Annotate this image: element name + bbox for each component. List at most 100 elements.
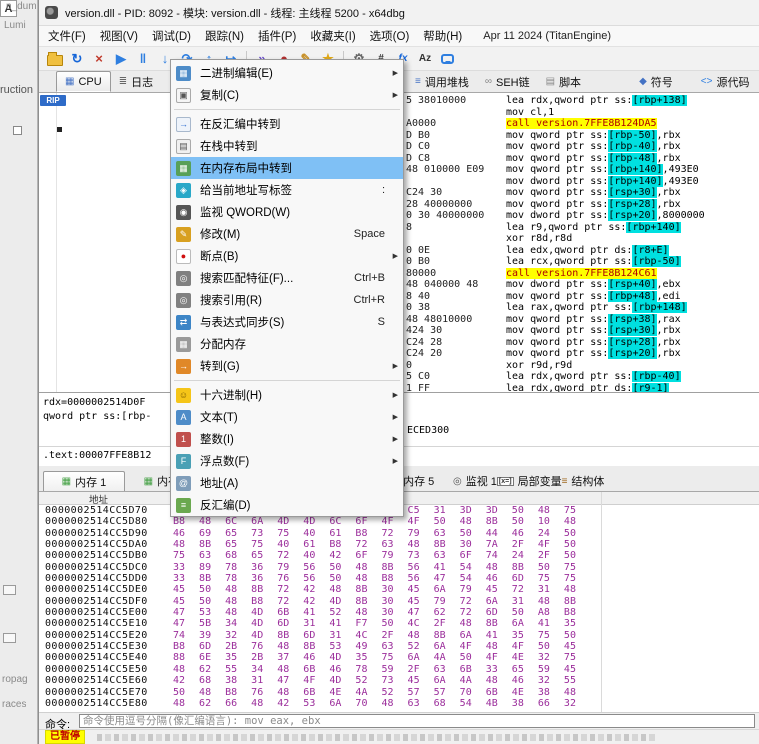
tab-源代码[interactable]: <>源代码: [693, 71, 758, 92]
pause-button[interactable]: ‖: [133, 49, 153, 69]
menu-item-text-mode[interactable]: A文本(T)▶: [171, 406, 403, 428]
menubar-item[interactable]: 帮助(H): [416, 25, 469, 47]
dump-row[interactable]: 0000002514CC5DC033 89 78 36 79 56 50 48 …: [39, 562, 759, 573]
menu-item-goto[interactable]: →转到(G)▶: [171, 355, 403, 377]
dump-address: 0000002514CC5DE0: [45, 584, 173, 595]
menu-item-breakpoint[interactable]: ●断点(B)▶: [171, 245, 403, 267]
memory-operand-token: [rbp-50]: [608, 130, 656, 141]
background-text-fragment: Lumi: [4, 20, 26, 31]
menu-item-goto-disassembly[interactable]: →在反汇编中转到: [171, 113, 403, 135]
menu-item-find-references[interactable]: ◎搜索引用(R)Ctrl+R: [171, 289, 403, 311]
dump-pane[interactable]: 地址 0000002514CC5D7040 55 53 56 57 41 54 …: [39, 492, 759, 712]
instruction-text: call version.7FFE8B124DA5: [506, 118, 657, 130]
dump-bytes: 48 62 66 48 42 53 6A 70 48 63 68 54 4B 3…: [173, 698, 576, 709]
memory-operand-token: [rbp-50]: [632, 256, 680, 267]
restart-button[interactable]: ↻: [67, 49, 87, 69]
dump-row[interactable]: 0000002514CC5DA048 8B 65 75 40 61 B8 72 …: [39, 539, 759, 550]
allocate-memory-icon: ▦: [176, 337, 191, 352]
instruction-text: mov dword ptr ss:[rsp+20],8000000: [506, 210, 705, 222]
seh-chain-icon: ∞: [485, 76, 492, 87]
tab-脚本[interactable]: ▤脚本: [538, 71, 589, 92]
instruction-text: lea r9,qword ptr ss:[rbp+140]: [506, 222, 681, 234]
instruction-bytes: 0 0E: [406, 245, 504, 257]
menubar-item[interactable]: 收藏夹(I): [303, 25, 362, 47]
dump-tab-label: 结构体: [571, 473, 604, 489]
menu-item-hex-mode[interactable]: ☺十六进制(H)▶: [171, 384, 403, 406]
tab-符号[interactable]: ◆符号: [631, 71, 681, 92]
dump-tab-结构体[interactable]: ≡结构体: [562, 471, 605, 491]
dump-row[interactable]: 0000002514CC5DE045 50 48 8B 72 42 48 8B …: [39, 584, 759, 595]
instruction-text: mov qword ptr ss:[rsp+38],rax: [506, 314, 681, 326]
dump-bytes: 45 50 48 8B 72 42 48 8B 30 45 6A 79 45 7…: [173, 584, 576, 595]
menu-item-integer-mode[interactable]: 1整数(I)▶: [171, 428, 403, 450]
dump-row[interactable]: 0000002514CC5D9046 69 65 73 75 40 61 B8 …: [39, 528, 759, 539]
log-icon: ≣: [119, 76, 127, 87]
dump-row[interactable]: 0000002514CC5E30B8 6D 2B 76 48 8B 53 49 …: [39, 641, 759, 652]
menubar-item[interactable]: 调试(D): [145, 25, 198, 47]
tab-调用堆栈[interactable]: ≡调用堆栈: [407, 71, 477, 92]
dump-address: 0000002514CC5E20: [45, 630, 173, 641]
menu-item-copy[interactable]: ▣复制(C)▶: [171, 84, 403, 106]
menu-item-watch-qword[interactable]: ◉监视 QWORD(W): [171, 201, 403, 223]
dump-row[interactable]: 0000002514CC5E1047 5B 34 4D 6D 31 41 F7 …: [39, 618, 759, 629]
instruction-bytes: 424 30: [406, 325, 504, 337]
menu-item-set-label[interactable]: ◈给当前地址写标签:: [171, 179, 403, 201]
menu-item-allocate-memory[interactable]: ▦分配内存: [171, 333, 403, 355]
instruction-text: mov cl,1: [506, 107, 554, 119]
memory-operand-token: [rbp+148]: [632, 302, 686, 313]
command-input[interactable]: [79, 714, 755, 728]
menu-item-address-mode[interactable]: @地址(A): [171, 472, 403, 494]
dump-row[interactable]: 0000002514CC5E6042 68 38 31 47 4F 4D 52 …: [39, 675, 759, 686]
menu-item-goto-stack[interactable]: ▤在栈中转到: [171, 135, 403, 157]
menu-item-label: 在内存布局中转到: [200, 160, 292, 176]
tab-label: 脚本: [559, 74, 581, 90]
menubar-item[interactable]: 跟踪(N): [198, 25, 251, 47]
menubar-item[interactable]: 插件(P): [251, 25, 303, 47]
instruction-text: mov qword ptr ss:[rbp-40],rbx: [506, 141, 681, 153]
menubar-item[interactable]: 视图(V): [93, 25, 145, 47]
menu-item-sync-expression[interactable]: ⇄与表达式同步(S)S: [171, 311, 403, 333]
dump-bytes: 75 63 68 65 72 40 42 6F 79 73 63 6F 74 2…: [173, 550, 576, 561]
info-line-3-fragment: ECED300: [407, 425, 449, 436]
menu-item-modify[interactable]: ✎修改(M)Space: [171, 223, 403, 245]
hex-mode-icon: ☺: [176, 388, 191, 403]
instruction-text: mov qword ptr ss:[rsp+20],rbx: [506, 348, 681, 360]
dump-tab-监视 1[interactable]: ◎监视 1: [453, 471, 497, 491]
instruction-bytes: 0 30 40000000: [406, 210, 504, 222]
dump-row[interactable]: 0000002514CC5E4088 6E 35 2B 37 46 4D 35 …: [39, 652, 759, 663]
dump-tab-局部变量[interactable]: [x=]局部变量: [497, 471, 562, 491]
menu-item-disassembly-mode[interactable]: ≡反汇编(D): [171, 494, 403, 516]
dump-row[interactable]: 0000002514CC5DD033 8B 78 36 76 56 50 48 …: [39, 573, 759, 584]
tab-label: SEH链: [496, 74, 530, 90]
dump-row[interactable]: 0000002514CC5E2074 39 32 4D 8B 6D 31 4C …: [39, 630, 759, 641]
dump-tab-内存 1[interactable]: ▦内存 1: [43, 471, 125, 491]
instruction-bytes: C24 20: [406, 348, 504, 360]
close-button[interactable]: ×: [89, 49, 109, 69]
menu-item-goto-memory-map[interactable]: ▦在内存布局中转到: [171, 157, 403, 179]
text-az-button[interactable]: Az: [415, 49, 435, 69]
dump-row[interactable]: 0000002514CC5E5048 62 55 34 48 6B 46 78 …: [39, 664, 759, 675]
dump-row[interactable]: 0000002514CC5DF045 50 48 B8 72 42 4D 8B …: [39, 596, 759, 607]
tab-CPU[interactable]: ▦CPU: [56, 71, 111, 92]
chat-bubble-button[interactable]: [437, 49, 457, 69]
tab-SEH链[interactable]: ∞ SEH链: [477, 71, 538, 92]
call-token: call version.7FFE8B124C61: [506, 268, 657, 279]
menu-item-binary-edit[interactable]: ▦二进制编辑(E)▶: [171, 62, 403, 84]
menubar-item[interactable]: 选项(O): [363, 25, 417, 47]
open-file-button[interactable]: [45, 49, 65, 69]
dump-row[interactable]: 0000002514CC5DB075 63 68 65 72 40 42 6F …: [39, 550, 759, 561]
run-button[interactable]: ▶: [111, 49, 131, 69]
menu-item-find-pattern[interactable]: ◎搜索匹配特征(F)...Ctrl+B: [171, 267, 403, 289]
dump-row[interactable]: 0000002514CC5E7050 48 B8 76 48 6B 4E 4A …: [39, 687, 759, 698]
dump-address: 0000002514CC5E60: [45, 675, 173, 686]
dump-address: 0000002514CC5DF0: [45, 596, 173, 607]
window-title: version.dll - PID: 8092 - 模块: version.dl…: [65, 5, 405, 21]
dump-bytes: 33 89 78 36 79 56 50 48 8B 56 41 54 48 8…: [173, 562, 576, 573]
menu-item-float-mode[interactable]: F浮点数(F)▶: [171, 450, 403, 472]
dump-row[interactable]: 0000002514CC5E0047 53 48 4D 6B 41 52 48 …: [39, 607, 759, 618]
menubar-item[interactable]: 文件(F): [41, 25, 93, 47]
tab-日志[interactable]: ≣日志: [111, 71, 161, 92]
dump-row[interactable]: 0000002514CC5D80B8 48 6C 6A 4D 4D 6C 6F …: [39, 516, 759, 527]
dump-row[interactable]: 0000002514CC5E8048 62 66 48 42 53 6A 70 …: [39, 698, 759, 709]
title-bar[interactable]: version.dll - PID: 8092 - 模块: version.dl…: [39, 0, 759, 26]
